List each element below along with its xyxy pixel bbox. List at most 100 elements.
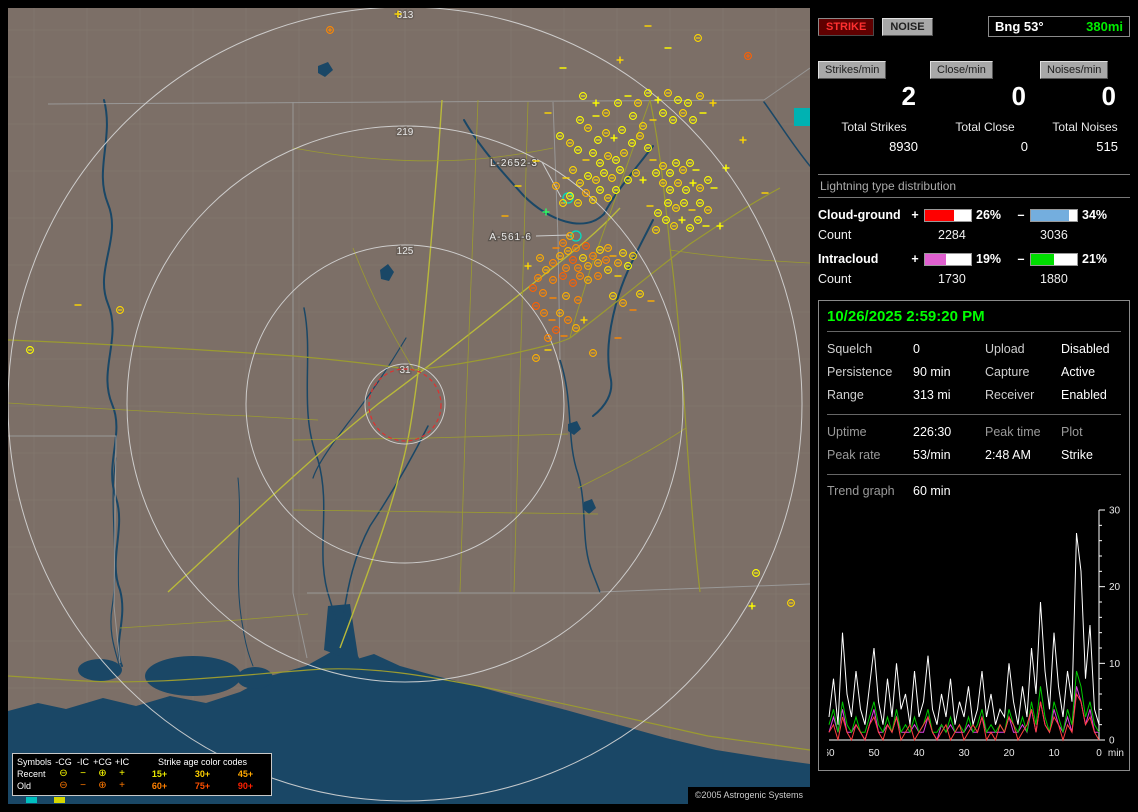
- ic-minus-bar: [1030, 252, 1078, 266]
- legend-col-cg-minus: -CG: [55, 757, 72, 767]
- indicator-chip-yellow: [54, 797, 65, 803]
- age-code-90+: 90+: [237, 781, 254, 791]
- lake: [78, 659, 122, 681]
- intracloud-label: Intracloud: [818, 252, 879, 266]
- squelch-value: 0: [913, 342, 920, 356]
- svg-text:219: 219: [397, 127, 414, 138]
- age-color-legend: Strike age color codes 15+ 30+ 45+ 60+ 75+ 9…: [138, 756, 267, 792]
- cg-plus-icon: ⊕: [98, 768, 107, 779]
- persistence-value: 90 min: [913, 365, 951, 379]
- map-canvas[interactable]: 31 125 219 313 L-2652-3 A-561-6: [8, 8, 810, 804]
- ic-plus-bar: [924, 252, 972, 266]
- cg-minus-pct: 34%: [1082, 208, 1108, 222]
- svg-text:min: min: [1108, 748, 1124, 759]
- noises-column: Noises/min 0 Total Noises 515: [1040, 61, 1130, 154]
- ic-plus-old-icon: +: [119, 780, 125, 791]
- age-code-30+: 30+: [194, 769, 211, 779]
- legend-col-ic-plus: +IC: [114, 757, 130, 767]
- strike-button[interactable]: STRIKE: [818, 17, 875, 36]
- capture-label: Capture: [985, 365, 1030, 379]
- ic-minus-bar-fill: [1031, 253, 1055, 265]
- strikes-per-min-button[interactable]: Strikes/min: [818, 61, 887, 79]
- lake: [237, 667, 273, 689]
- close-per-min-button[interactable]: Close/min: [930, 61, 993, 79]
- cg-plus-pct: 26%: [976, 208, 1002, 222]
- cg-plus-old-icon: ⊕: [98, 780, 107, 791]
- legend-recent-label: Recent: [17, 769, 46, 779]
- total-noises-value: 515: [1096, 139, 1118, 154]
- ic-plus-count: 1730: [938, 272, 966, 286]
- persistence-label: Persistence: [827, 365, 893, 379]
- peak-time-value: 2:48 AM: [985, 448, 1031, 462]
- symbol-legend: Symbols -CG -IC +CG +IC Recent ⊖ − ⊕ + O…: [17, 756, 131, 792]
- age-code-60+: 60+: [151, 781, 168, 791]
- trend-graph: 30201006050403020100min: [827, 506, 1124, 760]
- svg-text:0: 0: [1109, 736, 1115, 747]
- strikes-per-min-value: 2: [901, 81, 916, 111]
- svg-text:20: 20: [1003, 748, 1015, 759]
- datetime-display: 10/26/2025 2:59:20 PM: [827, 306, 1121, 332]
- strikes-column: Strikes/min 2 Total Strikes 8930: [818, 61, 930, 154]
- svg-text:A-561-6: A-561-6: [489, 232, 532, 243]
- uptime-value: 226:30: [913, 425, 952, 439]
- cg-count-label: Count: [818, 228, 852, 242]
- svg-text:31: 31: [399, 365, 411, 376]
- close-column: Close/min 0 Total Close 0: [930, 61, 1040, 154]
- upload-label: Upload: [985, 342, 1025, 356]
- noise-button[interactable]: NOISE: [882, 17, 933, 36]
- lightning-map[interactable]: 31 125 219 313 L-2652-3 A-561-6 Symbols -CG -…: [8, 8, 810, 804]
- cg-minus-count: 3036: [1040, 228, 1068, 242]
- ic-minus-icon: −: [80, 768, 86, 779]
- cloud-ground-label: Cloud-ground: [818, 208, 901, 222]
- map-legend: Symbols -CG -IC +CG +IC Recent ⊖ − ⊕ + O…: [12, 753, 272, 796]
- performance-grid: Uptime 226:30 Peak time Plot Peak rate 5…: [827, 415, 1121, 475]
- svg-text:125: 125: [397, 246, 414, 257]
- plus-sign: +: [911, 252, 919, 266]
- age-code-45+: 45+: [237, 769, 254, 779]
- svg-text:20: 20: [1109, 582, 1121, 593]
- bearing-display: Bng 53° 380mi: [988, 16, 1130, 37]
- receiver-label: Receiver: [985, 388, 1035, 402]
- age-code-15+: 15+: [151, 769, 168, 779]
- age-code-75+: 75+: [194, 781, 211, 791]
- squelch-label: Squelch: [827, 342, 873, 356]
- indicator-chip-cyan: [26, 797, 37, 803]
- plot-value: Strike: [1061, 448, 1093, 462]
- ic-plus-bar-fill: [925, 253, 946, 265]
- svg-text:30: 30: [958, 748, 970, 759]
- total-close-value: 0: [1020, 139, 1028, 154]
- plot-label: Plot: [1061, 425, 1083, 439]
- trend-graph-header: Trend graph 60 min: [827, 475, 1121, 500]
- bearing-range: 380mi: [1086, 19, 1123, 34]
- plus-sign: +: [911, 208, 919, 222]
- ic-plus-pct: 19%: [976, 252, 1002, 266]
- total-close-label: Total Close: [955, 120, 1015, 134]
- capture-value: Active: [1061, 365, 1096, 379]
- ic-count-row: Count 1730 1880: [818, 272, 1130, 286]
- ic-minus-count: 1880: [1040, 272, 1068, 286]
- legend-col-ic-minus: -IC: [77, 757, 89, 767]
- cg-count-row: Count 2284 3036: [818, 228, 1130, 242]
- noises-per-min-button[interactable]: Noises/min: [1040, 61, 1109, 79]
- svg-text:L-2652-3: L-2652-3: [490, 158, 538, 169]
- svg-text:50: 50: [868, 748, 880, 759]
- range-label: Range: [827, 388, 864, 402]
- minus-sign: –: [1017, 208, 1025, 222]
- cg-minus-bar-fill: [1031, 209, 1069, 221]
- upload-value: Disabled: [1061, 342, 1110, 356]
- minus-sign: –: [1017, 252, 1025, 266]
- receiver-status-grid: Squelch 0 Upload Disabled Persistence 90…: [827, 332, 1121, 415]
- copyright-text: ©2005 Astrogenic Systems: [687, 787, 810, 804]
- peak-time-label: Peak time: [985, 425, 1041, 439]
- age-row-2: 60+ 75+ 90+: [138, 780, 267, 792]
- edge-marker: [794, 108, 810, 126]
- peak-rate-value: 53/min: [913, 448, 951, 462]
- range-value: 313 mi: [913, 388, 951, 402]
- svg-text:30: 30: [1109, 506, 1121, 517]
- svg-text:313: 313: [397, 10, 414, 21]
- receiver-value: Enabled: [1061, 388, 1107, 402]
- ic-minus-pct: 21%: [1082, 252, 1108, 266]
- legend-col-cg-plus: +CG: [93, 757, 112, 767]
- age-row-1: 15+ 30+ 45+: [138, 768, 267, 780]
- mode-row: STRIKE NOISE Bng 53° 380mi: [818, 8, 1130, 37]
